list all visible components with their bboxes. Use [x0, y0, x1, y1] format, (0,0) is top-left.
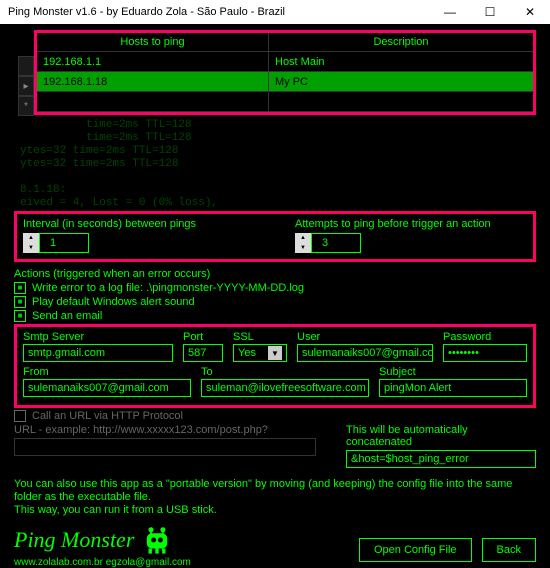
row-handle-current[interactable]: ▸: [18, 76, 34, 96]
window-title: Ping Monster v1.6 - by Eduardo Zola - Sã…: [0, 6, 430, 18]
user-input[interactable]: sulemanaiks007@gmail.com: [297, 344, 433, 362]
spin-up-icon[interactable]: ▲: [23, 233, 39, 243]
chevron-down-icon[interactable]: ▼: [268, 346, 282, 360]
url-concat-label: This will be automatically concatenated: [346, 424, 536, 448]
interval-spinner[interactable]: ▲ ▼ 1: [23, 233, 255, 253]
row-handle-new[interactable]: *: [18, 96, 34, 116]
close-button[interactable]: [510, 0, 550, 24]
desc-cell[interactable]: Host Main: [269, 52, 533, 71]
port-label: Port: [183, 331, 223, 343]
host-cell[interactable]: 192.168.1.18: [37, 72, 269, 91]
grid-row-handles: ▸ *: [18, 56, 34, 116]
row-handle[interactable]: [18, 56, 34, 76]
url-option-label: Call an URL via HTTP Protocol: [32, 410, 183, 422]
url-option[interactable]: Call an URL via HTTP Protocol: [14, 410, 536, 422]
logfile-label: Write error to a log file: .\pingmonster…: [32, 282, 304, 294]
url-settings: URL - example: http://www.xxxxx123.com/p…: [14, 424, 536, 468]
from-input[interactable]: sulemanaiks007@gmail.com: [23, 379, 191, 397]
desc-cell[interactable]: My PC: [269, 72, 533, 91]
ssl-value: Yes: [238, 347, 256, 359]
actions-heading: Actions (triggered when an error occurs): [14, 268, 536, 280]
console-output: time=2ms TTL=128 time=2ms TTL=128 ytes=3…: [14, 117, 536, 207]
monster-logo-icon: [140, 523, 174, 557]
user-label: User: [297, 331, 433, 343]
password-input[interactable]: ••••••••: [443, 344, 527, 362]
maximize-button[interactable]: [470, 0, 510, 24]
interval-spin-buttons[interactable]: ▲ ▼: [23, 233, 39, 253]
host-cell[interactable]: [37, 92, 269, 111]
subject-label: Subject: [379, 366, 527, 378]
spin-down-icon[interactable]: ▼: [295, 243, 311, 253]
titlebar: Ping Monster v1.6 - by Eduardo Zola - Sã…: [0, 0, 550, 24]
to-label: To: [201, 366, 369, 378]
minimize-button[interactable]: [430, 0, 470, 24]
desc-cell[interactable]: [269, 92, 533, 111]
spin-down-icon[interactable]: ▼: [23, 243, 39, 253]
logfile-option[interactable]: Write error to a log file: .\pingmonster…: [14, 282, 536, 294]
sound-label: Play default Windows alert sound: [32, 296, 195, 308]
attempts-spin-buttons[interactable]: ▲ ▼: [295, 233, 311, 253]
to-input[interactable]: suleman@ilovefreesoftware.com: [201, 379, 369, 397]
url-input[interactable]: [14, 438, 316, 456]
spin-up-icon[interactable]: ▲: [295, 233, 311, 243]
interval-label: Interval (in seconds) between pings: [23, 218, 255, 230]
open-config-button[interactable]: Open Config File: [359, 538, 472, 562]
hosts-header: Hosts to ping Description: [37, 33, 533, 52]
checkbox-icon[interactable]: [14, 310, 26, 322]
from-label: From: [23, 366, 191, 378]
host-cell[interactable]: 192.168.1.1: [37, 52, 269, 71]
attempts-value[interactable]: 3: [311, 233, 361, 253]
portable-note: You can also use this app as a "portable…: [14, 478, 536, 517]
email-label: Send an email: [32, 310, 102, 322]
port-input[interactable]: 587: [183, 344, 223, 362]
subject-input[interactable]: pingMon Alert: [379, 379, 527, 397]
checkbox-icon[interactable]: [14, 410, 26, 422]
table-row[interactable]: 192.168.1.1 Host Main: [37, 52, 533, 72]
checkbox-icon[interactable]: [14, 296, 26, 308]
ssl-select[interactable]: Yes ▼: [233, 344, 287, 362]
table-row[interactable]: 192.168.1.18 My PC: [37, 72, 533, 92]
smtp-input[interactable]: smtp.gmail.com: [23, 344, 173, 362]
email-settings: Smtp Server smtp.gmail.com Port 587 SSL …: [14, 324, 536, 408]
interval-attempts-group: Interval (in seconds) between pings ▲ ▼ …: [14, 211, 536, 262]
table-row-empty[interactable]: [37, 92, 533, 112]
sound-option[interactable]: Play default Windows alert sound: [14, 296, 536, 308]
email-option[interactable]: Send an email: [14, 310, 536, 322]
interval-value[interactable]: 1: [39, 233, 89, 253]
attempts-label: Attempts to ping before trigger an actio…: [295, 218, 527, 230]
footer-links: www.zolalab.com.br egzola@gmail.com: [14, 557, 359, 568]
checkbox-icon[interactable]: [14, 282, 26, 294]
url-example-label: URL - example: http://www.xxxxx123.com/p…: [14, 424, 316, 436]
smtp-label: Smtp Server: [23, 331, 173, 343]
password-label: Password: [443, 331, 527, 343]
url-concat-value: &host=$host_ping_error: [346, 450, 536, 468]
attempts-spinner[interactable]: ▲ ▼ 3: [295, 233, 527, 253]
hosts-header-host: Hosts to ping: [37, 33, 269, 52]
app-name: Ping Monster: [14, 523, 359, 557]
ssl-label: SSL: [233, 331, 287, 343]
hosts-table: Hosts to ping Description 192.168.1.1 Ho…: [34, 30, 536, 115]
footer: Ping Monster www.zolalab.com.br egzola@g…: [14, 523, 536, 568]
back-button[interactable]: Back: [482, 538, 536, 562]
hosts-header-desc: Description: [269, 33, 533, 52]
